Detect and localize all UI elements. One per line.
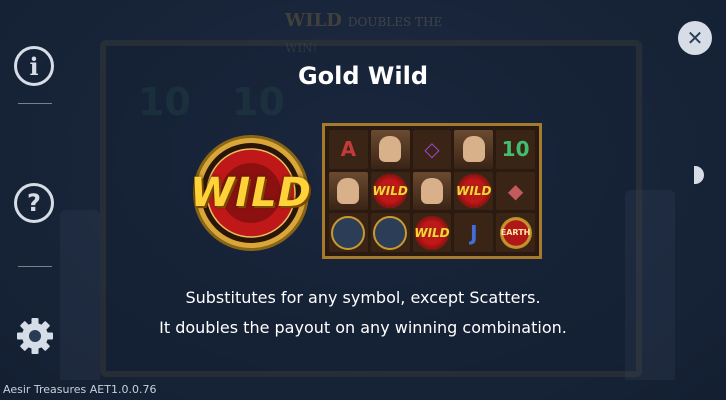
menu-divider bbox=[18, 266, 52, 267]
reel-cell bbox=[370, 213, 410, 252]
reel-cell bbox=[329, 213, 368, 252]
menu-divider bbox=[18, 103, 52, 104]
character-symbol bbox=[337, 177, 360, 204]
reel-cell: EARTH bbox=[496, 213, 535, 252]
wild-label: WILD bbox=[414, 225, 450, 240]
card-symbol: A bbox=[340, 137, 357, 162]
card-symbol: 10 bbox=[501, 137, 530, 162]
page-title: Gold Wild bbox=[297, 62, 429, 90]
reel-cell: ◇ bbox=[412, 130, 452, 169]
card-symbol: ◇ bbox=[424, 137, 440, 162]
reel-preview: A ◇ 10 WILD WILD ◆ WILD J EARTH bbox=[322, 123, 542, 259]
reel-cell: WILD bbox=[370, 171, 410, 211]
gold-wild-symbol: WILD bbox=[190, 132, 312, 254]
reel-grid: A ◇ 10 WILD WILD ◆ WILD J EARTH bbox=[329, 130, 535, 252]
reel-cell: WILD bbox=[454, 171, 494, 211]
wild-label: WILD bbox=[372, 183, 408, 198]
wild-symbol-mini: WILD bbox=[456, 173, 492, 208]
wild-text: WILD bbox=[190, 170, 312, 216]
rune-symbol bbox=[331, 215, 366, 250]
description-line-2: It doubles the payout on any winning com… bbox=[159, 318, 567, 337]
reel-cell bbox=[329, 171, 368, 211]
reel-cell bbox=[454, 130, 494, 169]
help-button[interactable]: ? bbox=[14, 183, 54, 223]
reel-cell: ◆ bbox=[496, 171, 535, 211]
reel-cell: J bbox=[454, 213, 494, 252]
question-icon: ? bbox=[27, 189, 41, 217]
character-symbol bbox=[462, 136, 485, 163]
close-icon: ✕ bbox=[686, 26, 704, 50]
reel-cell: WILD bbox=[412, 213, 452, 252]
wild-label: WILD bbox=[456, 183, 492, 198]
reel-cell: A bbox=[329, 130, 368, 169]
description-line-1: Substitutes for any symbol, except Scatt… bbox=[185, 288, 541, 307]
wild-symbol-mini: WILD bbox=[372, 173, 408, 208]
character-symbol bbox=[379, 136, 402, 163]
character-symbol bbox=[420, 177, 443, 204]
card-symbol: J bbox=[470, 220, 478, 245]
version-label: Aesir Treasures AET1.0.0.76 bbox=[3, 383, 157, 396]
wild-symbol-mini: WILD bbox=[414, 215, 450, 250]
reel-cell bbox=[370, 130, 410, 169]
reel-cell bbox=[412, 171, 452, 211]
close-button[interactable]: ✕ bbox=[678, 21, 712, 55]
scatter-symbol: EARTH bbox=[499, 216, 532, 249]
reel-cell: 10 bbox=[496, 130, 535, 169]
card-symbol: ◆ bbox=[507, 178, 524, 203]
rune-symbol bbox=[373, 215, 408, 250]
